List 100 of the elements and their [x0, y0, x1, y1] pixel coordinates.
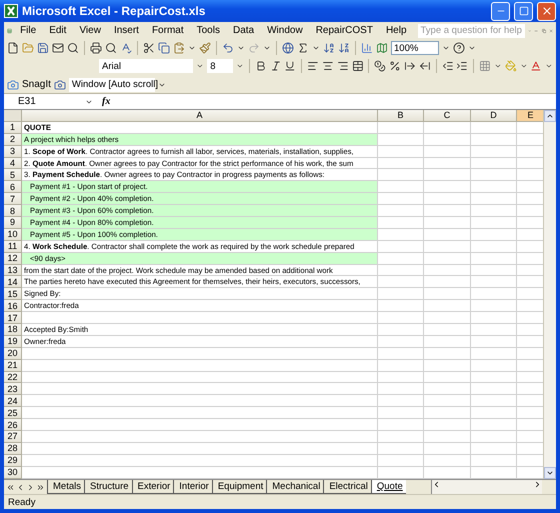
fill-color-icon[interactable]: [504, 60, 517, 72]
capture-mode-field[interactable]: Window [Auto scroll]: [68, 78, 155, 92]
row-header[interactable]: 9: [4, 217, 22, 229]
new-file-icon[interactable]: [7, 42, 19, 54]
sheet-tab[interactable]: Quote: [370, 480, 406, 494]
scroll-left-icon[interactable]: [432, 480, 441, 489]
menu-item[interactable]: Format: [146, 25, 189, 36]
menu-item[interactable]: Edit: [44, 25, 72, 36]
map-icon[interactable]: [376, 42, 388, 54]
menu-item[interactable]: Window: [262, 25, 308, 36]
column-header[interactable]: C: [424, 110, 471, 122]
sum-icon[interactable]: [297, 42, 309, 54]
row-header[interactable]: 5: [4, 169, 22, 182]
chart-icon[interactable]: [361, 42, 373, 54]
row-header[interactable]: 23: [4, 383, 22, 396]
horizontal-scrollbar[interactable]: [431, 480, 542, 494]
font-size-field[interactable]: 8: [207, 59, 233, 73]
snagit-label[interactable]: SnagIt: [22, 79, 51, 90]
menu-item[interactable]: View: [74, 25, 106, 36]
sheet-tab[interactable]: Mechanical: [266, 480, 324, 494]
menu-item[interactable]: Help: [380, 25, 412, 36]
sheet-tab[interactable]: Metals: [47, 480, 84, 494]
row-header[interactable]: 22: [4, 372, 22, 384]
align-center-icon[interactable]: [322, 60, 334, 72]
maximize-button[interactable]: [514, 2, 533, 20]
sort-descending-icon[interactable]: [338, 42, 350, 54]
sheet-tab[interactable]: Exterior: [132, 480, 174, 494]
row-header[interactable]: 1: [4, 122, 22, 134]
row-header[interactable]: 30: [4, 466, 22, 479]
row-header[interactable]: 26: [4, 419, 22, 432]
menu-item[interactable]: File: [15, 25, 42, 36]
row-header[interactable]: 25: [4, 407, 22, 420]
merge-cells-icon[interactable]: [352, 60, 364, 72]
decrease-indent-icon[interactable]: [442, 60, 454, 72]
menu-item[interactable]: Tools: [192, 25, 225, 36]
row-header[interactable]: 29: [4, 454, 22, 467]
save-icon[interactable]: [37, 42, 49, 54]
menu-item[interactable]: Insert: [108, 25, 144, 36]
first-sheet-icon[interactable]: [6, 482, 15, 492]
paintbrush-icon[interactable]: [199, 42, 211, 54]
bold-icon[interactable]: [254, 60, 267, 72]
row-header[interactable]: 19: [4, 336, 22, 348]
row-header[interactable]: 15: [4, 288, 22, 300]
menu-item[interactable]: Data: [228, 25, 260, 36]
percent-icon[interactable]: [389, 60, 401, 72]
row-header[interactable]: 27: [4, 431, 22, 443]
undo-icon[interactable]: [222, 42, 234, 54]
row-header[interactable]: 20: [4, 348, 22, 360]
row-header[interactable]: 10: [4, 228, 22, 241]
column-header[interactable]: B: [378, 110, 424, 122]
align-right-icon[interactable]: [336, 60, 349, 72]
column-header[interactable]: E: [517, 110, 543, 122]
spellcheck-icon[interactable]: [120, 42, 132, 54]
align-left-icon[interactable]: [307, 60, 319, 72]
row-header[interactable]: 11: [4, 240, 22, 253]
row-header[interactable]: 6: [4, 181, 22, 194]
column-header[interactable]: A: [22, 110, 378, 122]
search-icon[interactable]: [67, 42, 79, 54]
font-field[interactable]: Arial: [99, 59, 194, 73]
capture-icon[interactable]: [54, 78, 66, 90]
scissors-icon[interactable]: [143, 42, 155, 54]
next-sheet-icon[interactable]: [26, 482, 35, 492]
underline-icon[interactable]: [284, 60, 296, 72]
menu-item[interactable]: RepairCOST: [310, 25, 378, 36]
row-header[interactable]: 21: [4, 360, 22, 372]
row-header[interactable]: 16: [4, 300, 22, 312]
sort-ascending-icon[interactable]: [323, 42, 335, 54]
row-header[interactable]: 2: [4, 134, 22, 146]
sheet-tab[interactable]: Equipment: [212, 480, 266, 494]
mail-icon[interactable]: [52, 42, 64, 54]
help-icon[interactable]: [453, 42, 465, 54]
scroll-down-icon[interactable]: [546, 469, 554, 477]
function-label[interactable]: fx: [96, 96, 116, 107]
zoom-field[interactable]: 100%: [391, 41, 439, 55]
row-header[interactable]: 4: [4, 158, 22, 170]
printer-icon[interactable]: [90, 42, 102, 54]
close-button[interactable]: [537, 2, 556, 20]
globe-icon[interactable]: [282, 42, 294, 54]
scroll-right-icon[interactable]: [533, 480, 542, 489]
paste-icon[interactable]: [173, 42, 185, 54]
column-header[interactable]: D: [471, 110, 517, 122]
row-header[interactable]: 13: [4, 264, 22, 276]
row-header[interactable]: 17: [4, 312, 22, 324]
row-header[interactable]: 8: [4, 205, 22, 218]
minimize-button[interactable]: [491, 2, 510, 20]
font-color-icon[interactable]: [530, 60, 542, 72]
sheet-tab[interactable]: Interior: [173, 480, 212, 494]
sheet-tab[interactable]: Electrical: [323, 480, 371, 494]
italic-icon[interactable]: [270, 60, 282, 72]
row-header[interactable]: 14: [4, 276, 22, 288]
sheet-tab[interactable]: Structure: [84, 480, 132, 494]
row-header[interactable]: 18: [4, 324, 22, 336]
vertical-scrollbar[interactable]: [543, 110, 556, 479]
row-header[interactable]: 24: [4, 395, 22, 408]
last-sheet-icon[interactable]: [36, 482, 45, 492]
scroll-up-icon[interactable]: [546, 112, 554, 120]
print-preview-icon[interactable]: [105, 42, 117, 54]
row-header[interactable]: 7: [4, 193, 22, 206]
copy-icon[interactable]: [158, 42, 170, 54]
increase-indent-icon[interactable]: [456, 60, 468, 72]
